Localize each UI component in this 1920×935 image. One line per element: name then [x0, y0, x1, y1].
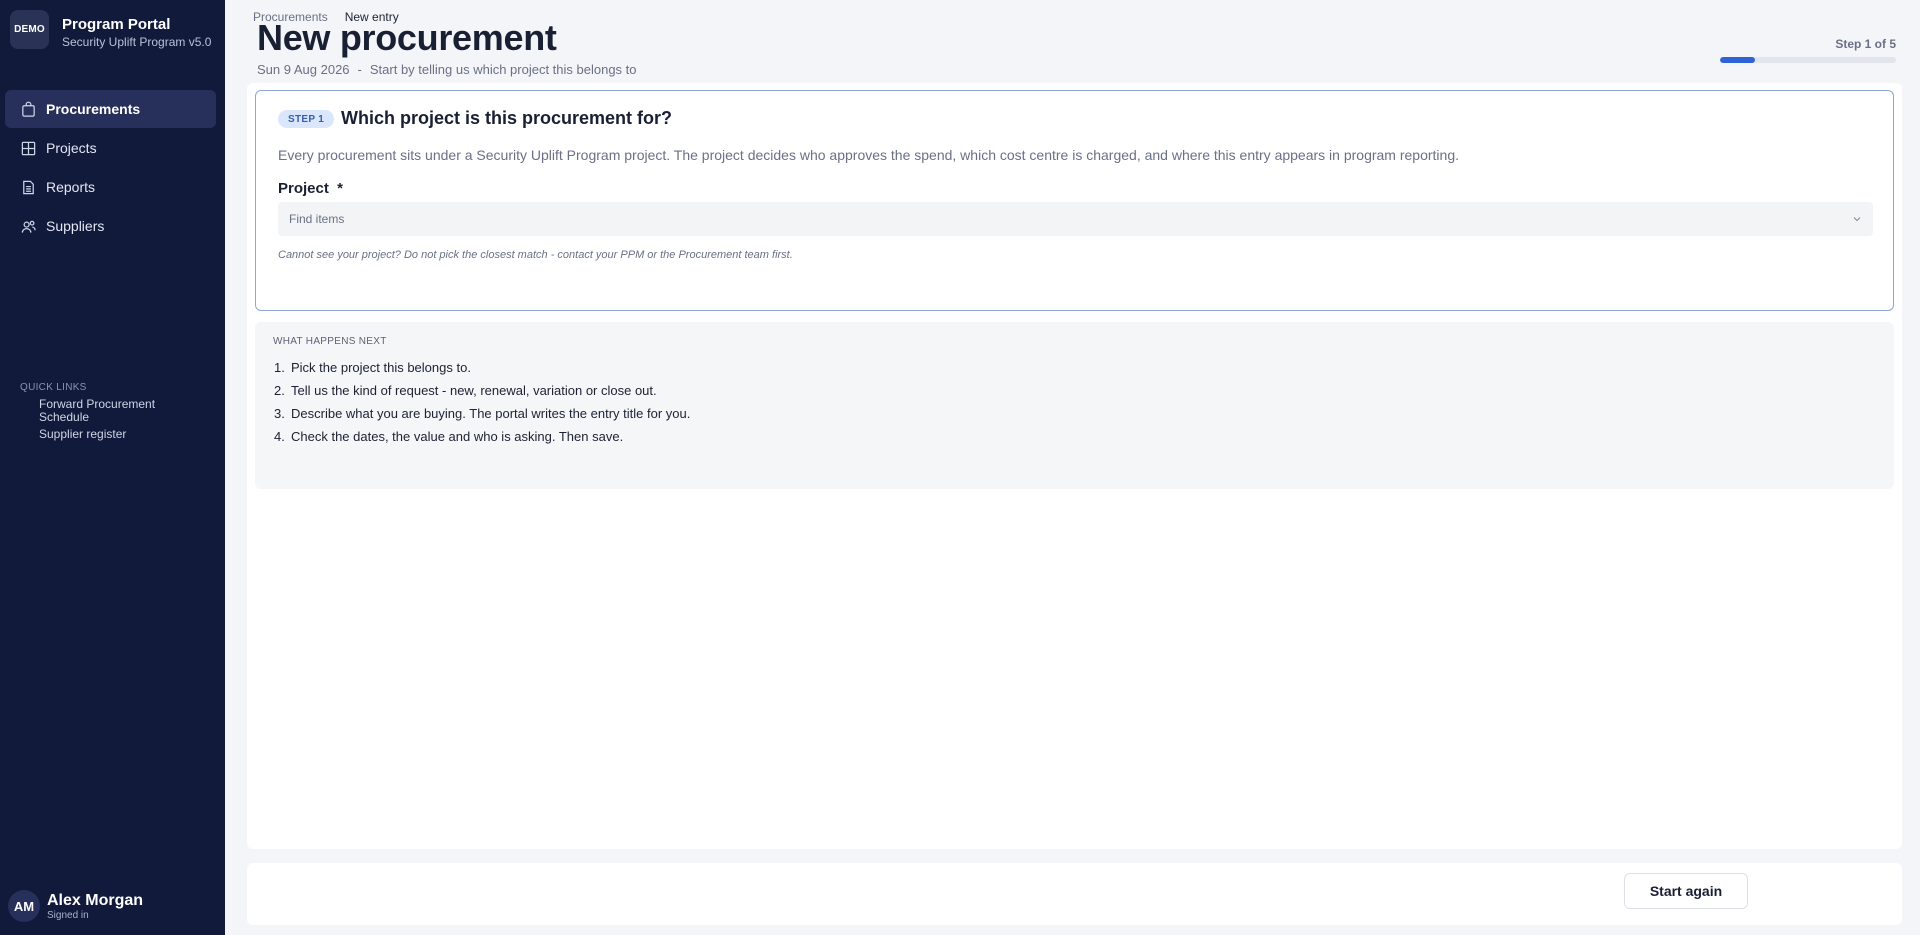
next-steps-list: 1. Pick the project this belongs to. 2. Te…	[274, 359, 690, 451]
brand-text: Program Portal Security Uplift Program v…	[62, 16, 211, 50]
list-item-text: Tell us the kind of request - new, renew…	[291, 383, 657, 398]
list-item-number: 1.	[274, 360, 285, 375]
next-steps-title: WHAT HAPPENS NEXT	[273, 336, 387, 347]
list-item-number: 2.	[274, 383, 285, 398]
sidebar-item-suppliers[interactable]: Suppliers	[5, 207, 216, 245]
sidebar-item-label: Reports	[46, 179, 96, 195]
page-subtitle-text: Start by telling us which project this b…	[369, 62, 637, 77]
sidebar-item-label: Projects	[46, 140, 97, 156]
progress-bar	[1720, 57, 1896, 63]
page-title: New procurement	[257, 17, 557, 58]
list-item: 4. Check the dates, the value and who is …	[274, 428, 690, 445]
sidebar-item-reports[interactable]: Reports	[5, 168, 216, 206]
user-status: Signed in	[47, 909, 89, 921]
users-icon	[21, 220, 36, 233]
step-card: STEP 1 Which project is this procurement…	[255, 90, 1894, 311]
list-item-number: 4.	[274, 429, 285, 444]
quick-link-forward-procurement-schedule[interactable]: Forward Procurement Schedule	[39, 398, 169, 424]
layout-icon	[21, 141, 36, 155]
bag-icon	[22, 101, 35, 117]
step-title: Which project is this procurement for?	[341, 108, 673, 128]
page-date: Sun 9 Aug 2026	[257, 62, 350, 77]
what-happens-next: WHAT HAPPENS NEXT 1. Pick the project thi…	[255, 322, 1894, 489]
sidebar-item-procurements[interactable]: Procurements	[5, 90, 216, 128]
quick-links: QUICK LINKS Forward Procurement Schedule…	[20, 382, 169, 445]
page-subtitle: Sun 9 Aug 2026 - Start by telling us whi…	[257, 62, 637, 77]
user-text: Alex Morgan Signed in	[47, 892, 143, 921]
sidebar-item-label: Procurements	[46, 101, 141, 117]
document-icon	[23, 180, 34, 194]
start-again-button[interactable]: Start again	[1624, 873, 1748, 909]
sidebar-nav: Procurements Projects Reports Suppliers	[5, 90, 216, 246]
step-description: Every procurement sits under a Security …	[278, 147, 1459, 163]
progress-fill	[1720, 57, 1756, 63]
project-select-placeholder: Find items	[289, 212, 345, 226]
brand[interactable]: DEMO Program Portal Security Uplift Prog…	[10, 10, 211, 50]
chevron-down-icon	[1853, 217, 1861, 222]
sidebar: DEMO Program Portal Security Uplift Prog…	[0, 0, 225, 935]
project-hint: Cannot see your project? Do not pick the…	[278, 249, 793, 261]
list-item: 2. Tell us the kind of request - new, ren…	[274, 382, 690, 399]
project-field-label: Project *	[278, 180, 344, 197]
brand-subtitle: Security Uplift Program v5.0	[62, 35, 212, 49]
list-item-number: 3.	[274, 406, 285, 421]
user-profile[interactable]: AM Alex Morgan Signed in	[8, 890, 143, 922]
list-item-text: Pick the project this belongs to.	[291, 360, 471, 375]
step-counter: Step 1 of 5	[1835, 37, 1896, 51]
quick-link-supplier-register[interactable]: Supplier register	[39, 428, 169, 441]
brand-title: Program Portal	[62, 16, 171, 33]
page-subtitle-separator: -	[357, 62, 362, 77]
project-select[interactable]: Find items	[278, 202, 1873, 236]
avatar: AM	[8, 890, 40, 922]
sidebar-item-label: Suppliers	[46, 218, 105, 234]
step-badge: STEP 1	[278, 110, 335, 128]
list-item: 3. Describe what you are buying. The port…	[274, 405, 690, 422]
footer-bar: Start again	[247, 863, 1902, 925]
list-item-text: Check the dates, the value and who is as…	[291, 429, 624, 444]
list-item: 1. Pick the project this belongs to.	[274, 359, 690, 376]
quick-links-title: QUICK LINKS	[20, 382, 87, 393]
brand-logo: DEMO	[10, 10, 49, 49]
list-item-text: Describe what you are buying. The portal…	[291, 406, 691, 421]
sidebar-item-projects[interactable]: Projects	[5, 129, 216, 167]
user-name: Alex Morgan	[47, 891, 144, 909]
